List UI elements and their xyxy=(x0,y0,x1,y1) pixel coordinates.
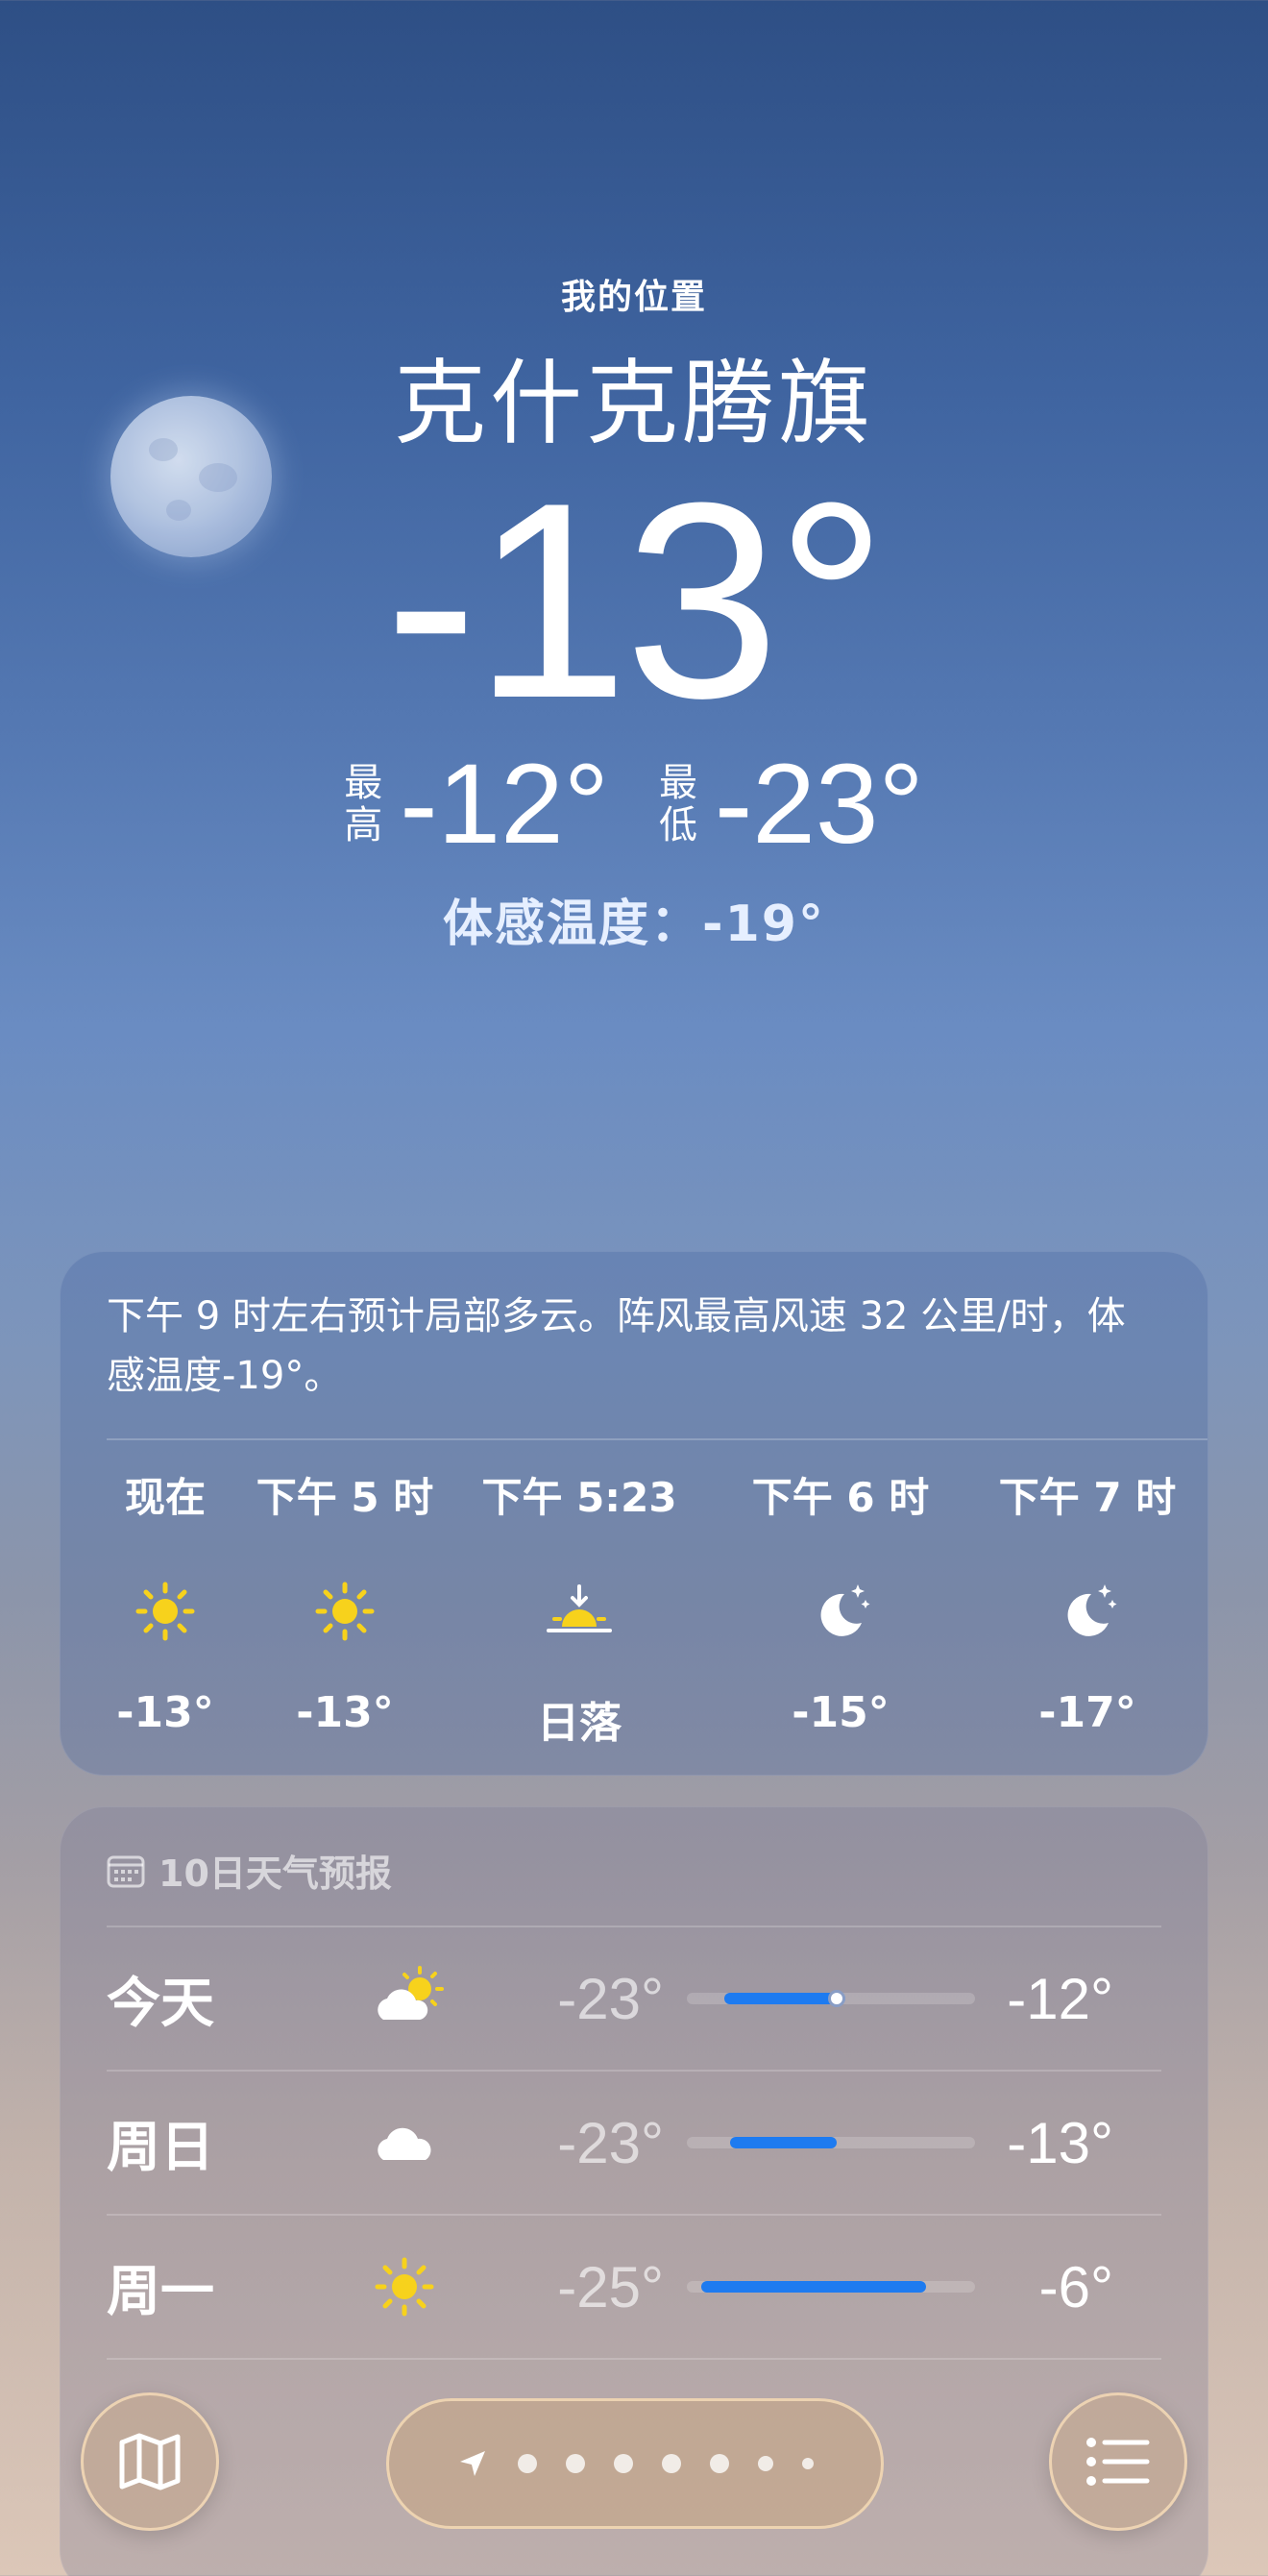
high-label: 最高 xyxy=(344,761,383,847)
day-high-temp: -12° xyxy=(1007,1966,1113,2031)
map-icon xyxy=(119,2433,181,2490)
low-label: 最低 xyxy=(659,761,697,847)
day-high-temp: -13° xyxy=(1007,2110,1113,2175)
map-button[interactable] xyxy=(81,2392,219,2531)
hour-item: 下午 5 时 -13° xyxy=(256,1474,434,1737)
hour-item: 下午 5:23 日落 xyxy=(481,1474,677,1748)
weather-summary: 下午 9 时左右预计局部多云。阵风最高风速 32 公里/时，体感温度-19°。 xyxy=(107,1294,1126,1398)
hour-item: 下午 7 时 -17° xyxy=(998,1474,1177,1737)
page-indicator[interactable] xyxy=(386,2398,884,2529)
divider xyxy=(107,1438,1207,1440)
temp-range-fill xyxy=(701,2281,926,2293)
sunset-icon xyxy=(547,1584,612,1632)
sun-icon xyxy=(375,2257,434,2317)
current-temperature: -13° xyxy=(384,445,887,756)
page-dot[interactable] xyxy=(802,2458,814,2469)
low-temp: -23° xyxy=(715,741,924,868)
city-name: 克什克腾旗 xyxy=(394,350,874,457)
hour-item: 现在 -13° xyxy=(116,1474,214,1737)
day-name: 周一 xyxy=(107,2260,214,2323)
current-weather-header: 我的位置 克什克腾旗 -13° 最高 -12° 最低 -23° 体感温度：-19… xyxy=(0,269,1268,955)
day-name: 周日 xyxy=(107,2116,214,2179)
hourly-list[interactable]: 现在 -13° 下午 5 时 -13° 下午 5:23 日落 下午 6 时 -1… xyxy=(61,1465,1207,1750)
day-row[interactable]: 周日 -23° -13° xyxy=(107,2072,1161,2216)
list-icon xyxy=(1086,2438,1150,2486)
hourly-forecast-card[interactable]: 下午 9 时左右预计局部多云。阵风最高风速 32 公里/时，体感温度-19°。 … xyxy=(60,1251,1208,1776)
calendar-icon xyxy=(107,1855,145,1887)
high-low-temps: 最高 -12° 最低 -23° xyxy=(0,747,1268,862)
day-high-temp: -6° xyxy=(1038,2254,1113,2319)
day-row[interactable]: 今天 -23° -12° xyxy=(107,1927,1161,2072)
page-dot[interactable] xyxy=(662,2454,681,2473)
daily-title: 10日天气预报 xyxy=(158,1852,392,1895)
current-temp-marker xyxy=(828,1990,845,2007)
moon-stars-icon xyxy=(1067,1584,1117,1636)
day-low-temp: -23° xyxy=(557,2110,664,2175)
day-low-temp: -23° xyxy=(557,1966,664,2031)
sun-icon xyxy=(135,1582,195,1641)
moon-stars-icon xyxy=(820,1584,870,1636)
partly-cloudy-icon xyxy=(378,1966,444,2020)
page-dot[interactable] xyxy=(758,2456,773,2471)
sun-icon xyxy=(315,1582,375,1641)
temp-range-bar xyxy=(687,1990,975,2007)
day-row[interactable]: 周一 -25° -6° xyxy=(107,2216,1161,2360)
temp-range-fill xyxy=(730,2137,837,2148)
feels-like-temp: 体感温度：-19° xyxy=(443,895,825,953)
page-dot[interactable] xyxy=(566,2454,585,2473)
temp-range-bar xyxy=(687,2137,975,2148)
page-dot[interactable] xyxy=(710,2454,729,2473)
city-list-button[interactable] xyxy=(1049,2392,1187,2531)
hour-item: 下午 6 时 -15° xyxy=(751,1474,930,1737)
page-dot[interactable] xyxy=(614,2454,633,2473)
bottom-toolbar xyxy=(0,2392,1268,2537)
day-low-temp: -25° xyxy=(557,2254,664,2319)
location-label: 我的位置 xyxy=(560,278,707,317)
daily-header: 10日天气预报 xyxy=(61,1807,1207,1897)
temp-range-bar xyxy=(687,2281,975,2293)
day-name: 今天 xyxy=(107,1972,214,2035)
cloud-icon xyxy=(378,2127,431,2160)
page-dot[interactable] xyxy=(518,2454,537,2473)
high-temp: -12° xyxy=(400,741,609,868)
location-arrow-icon xyxy=(460,2451,485,2476)
